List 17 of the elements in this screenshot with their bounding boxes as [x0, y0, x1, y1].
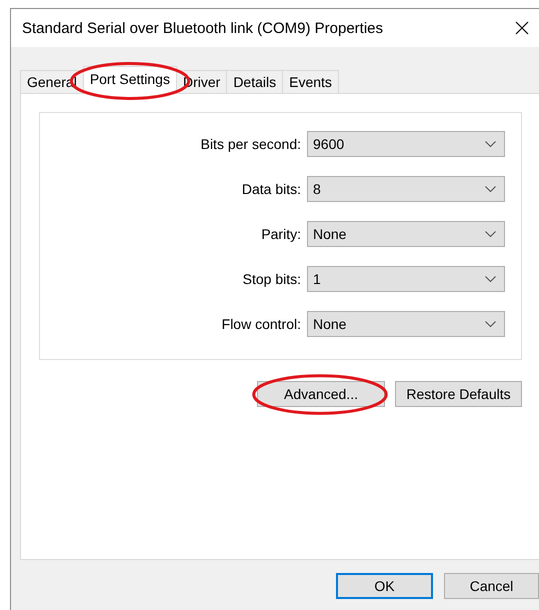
push-button[interactable]: OK [336, 573, 433, 599]
field-label: Stop bits: [242, 271, 301, 287]
dropdown[interactable]: 1 [307, 266, 505, 292]
field-label: Data bits: [242, 181, 301, 197]
push-button[interactable]: Advanced... [257, 381, 385, 407]
dropdown[interactable]: 9600 [307, 131, 505, 157]
field-label: Bits per second: [200, 136, 301, 152]
dropdown[interactable]: None [307, 221, 505, 247]
dropdown[interactable]: 8 [307, 176, 505, 202]
tab[interactable]: Port Settings [82, 66, 177, 94]
field-label: Parity: [261, 226, 301, 242]
dropdown[interactable]: None [307, 311, 505, 337]
window-title: Standard Serial over Bluetooth link (COM9) Properties [22, 20, 383, 36]
field-label: Flow control: [222, 316, 301, 332]
tab[interactable]: Events [282, 70, 339, 93]
push-button[interactable]: Restore Defaults [395, 381, 522, 407]
push-button[interactable]: Cancel [444, 573, 539, 599]
